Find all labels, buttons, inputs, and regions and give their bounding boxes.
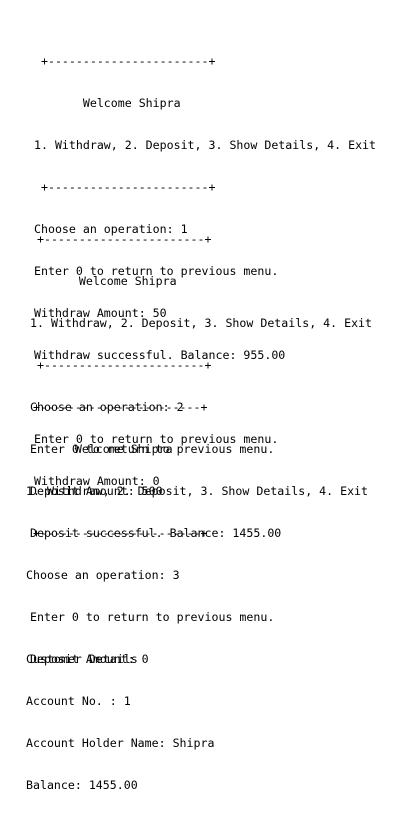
operation-prompt: Choose an operation: 3	[26, 568, 180, 582]
account-number: Account No. : 1	[26, 694, 131, 708]
menu-border-top: +-----------------------+	[34, 54, 216, 68]
account-balance: Balance: 1455.00	[26, 778, 138, 792]
details-session: +-----------------------+ Welcome Shipra…	[26, 372, 368, 820]
menu-border-bottom: +-----------------------+	[34, 180, 216, 194]
welcome-banner: Welcome Shipra	[34, 96, 181, 110]
welcome-banner: Welcome Shipra	[26, 442, 173, 456]
menu-options: 1. Withdraw, 2. Deposit, 3. Show Details…	[30, 316, 373, 330]
menu-options: 1. Withdraw, 2. Deposit, 3. Show Details…	[26, 484, 369, 498]
menu-border-bottom: +-----------------------+	[26, 526, 208, 540]
menu-border-bottom: +-----------------------+	[30, 358, 212, 372]
account-holder-name: Account Holder Name: Shipra	[26, 736, 215, 750]
customer-details-heading: Customer Details	[26, 652, 138, 666]
welcome-banner: Welcome Shipra	[30, 274, 177, 288]
menu-border-top: +-----------------------+	[26, 400, 208, 414]
menu-options: 1. Withdraw, 2. Deposit, 3. Show Details…	[34, 138, 377, 152]
menu-border-top: +-----------------------+	[30, 232, 212, 246]
